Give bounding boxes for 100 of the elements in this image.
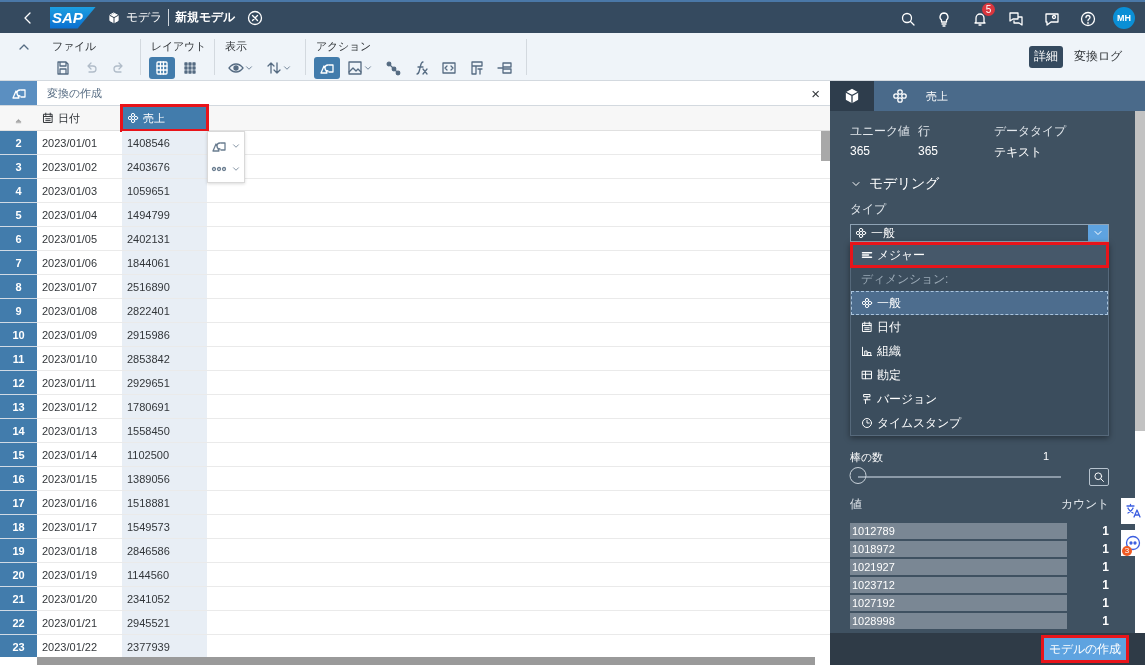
table-cell: 1059651	[122, 179, 207, 203]
row-number: 11	[0, 347, 37, 371]
toolbar-group-label: ファイル	[51, 38, 97, 54]
search-button[interactable]	[1089, 468, 1109, 486]
column-header[interactable]: 売上	[122, 106, 207, 130]
value-bar: 1027192	[850, 595, 1067, 611]
flower-icon	[892, 88, 908, 104]
column-label: 売上	[143, 110, 165, 126]
table-cell: 1780691	[122, 395, 207, 419]
table-cell: 2822401	[122, 299, 207, 323]
dropdown-option[interactable]: 組織	[851, 339, 1108, 363]
option-label: タイムスタンプ	[877, 414, 961, 432]
stat-label: ユニーク値	[850, 123, 911, 140]
table-cell: 2915986	[122, 323, 207, 347]
flower-icon	[855, 227, 867, 239]
table-cell: 1549573	[122, 515, 207, 539]
toolbar-button[interactable]	[149, 56, 175, 79]
value-bar: 1028998	[850, 613, 1067, 629]
table-cell: 2929651	[122, 371, 207, 395]
scrollbar-thumb[interactable]	[37, 657, 815, 665]
row-number: 18	[0, 515, 37, 539]
count-value: 1	[1102, 524, 1109, 538]
table-cell: 1558450	[122, 419, 207, 443]
option-label: 勘定	[877, 366, 901, 384]
row-number: 12	[0, 371, 37, 395]
table-cell: 2341052	[122, 587, 207, 611]
table-cell: 2402131	[122, 227, 207, 251]
option-label: バージョン	[877, 390, 937, 408]
value-bar: 1018972	[850, 541, 1067, 557]
table-cell: 1408546	[122, 131, 207, 155]
field-label: タイプ	[850, 201, 888, 218]
dropdown-option[interactable]: 日付	[851, 315, 1108, 339]
close-button[interactable]: ×	[801, 84, 830, 102]
row-number: 3	[0, 155, 37, 179]
row-number: 5	[0, 203, 37, 227]
table-cell: 1144560	[122, 563, 207, 587]
flower-icon	[861, 297, 873, 309]
count-value: 1	[1102, 560, 1109, 574]
row-number: 10	[0, 323, 37, 347]
measure-icon	[861, 249, 873, 261]
table-cell: 2945521	[122, 611, 207, 635]
row-number: 19	[0, 539, 37, 563]
column-label: 日付	[58, 110, 80, 126]
toolbar-button[interactable]	[314, 56, 340, 79]
section-toggle[interactable]: モデリング	[850, 175, 1109, 193]
option-label: 日付	[877, 318, 901, 336]
count-value: 1	[1102, 596, 1109, 610]
table-cell: 2403676	[122, 155, 207, 179]
notification-badge: 3	[1122, 546, 1132, 556]
lightbulb-icon	[936, 10, 952, 27]
row-number: 9	[0, 299, 37, 323]
table-cell: 2516890	[122, 275, 207, 299]
row-number: 22	[0, 611, 37, 635]
table-cell: 1494799	[122, 203, 207, 227]
translate-icon	[1125, 503, 1141, 519]
stat-value: テキスト	[994, 144, 1043, 161]
table-cell: 2377939	[122, 635, 207, 657]
dropdown-option[interactable]: メジャー	[851, 243, 1108, 267]
select-value: 一般	[871, 224, 895, 242]
calendar-icon	[861, 321, 873, 333]
group-heading: ディメンション:	[860, 270, 950, 288]
table-cell: 1389056	[122, 467, 207, 491]
panel-tab[interactable]	[830, 81, 874, 111]
close-button[interactable]	[247, 9, 263, 26]
help-icon	[1080, 10, 1096, 27]
panel-icon	[469, 59, 485, 76]
row-number: 7	[0, 251, 37, 275]
dropdown-option[interactable]: 勘定	[851, 363, 1108, 387]
type-select[interactable]: 一般	[850, 224, 1109, 242]
column-header[interactable]: 日付	[37, 106, 122, 130]
stat-value: 365	[918, 144, 940, 158]
row-number: 8	[0, 275, 37, 299]
page-title: 新規モデル	[175, 9, 235, 26]
view-toggle[interactable]: 変換ログ	[1069, 45, 1127, 68]
row-number: 16	[0, 467, 37, 491]
row-number: 14	[0, 419, 37, 443]
dropdown-option[interactable]: バージョン	[851, 387, 1108, 411]
row-number: 6	[0, 227, 37, 251]
feedback-icon	[1044, 10, 1060, 27]
row-number: 20	[0, 563, 37, 587]
count-value: 1	[1102, 542, 1109, 556]
nodes-icon	[385, 59, 401, 76]
bell-button[interactable]: 5	[965, 2, 995, 33]
dropdown-option[interactable]: タイムスタンプ	[851, 411, 1108, 435]
chat-icon	[1008, 10, 1024, 27]
user-avatar[interactable]: MH	[1113, 6, 1135, 29]
cube-icon	[108, 11, 120, 24]
view-toggle[interactable]: 詳細	[1029, 45, 1063, 68]
table-cell: 2846586	[122, 539, 207, 563]
toolbar-group-label: レイアウト	[150, 38, 206, 54]
table-cell: 1844061	[122, 251, 207, 275]
calendar-icon	[42, 112, 54, 124]
clock-icon	[861, 417, 873, 429]
dropdown-option[interactable]: 一般	[851, 291, 1108, 315]
close-icon	[247, 9, 263, 26]
flower-icon	[127, 112, 139, 124]
count-value: 1	[1102, 614, 1109, 628]
column-header: 値	[850, 496, 862, 513]
scrollbar-thumb[interactable]	[821, 131, 830, 161]
scrollbar-thumb[interactable]	[1135, 111, 1145, 431]
